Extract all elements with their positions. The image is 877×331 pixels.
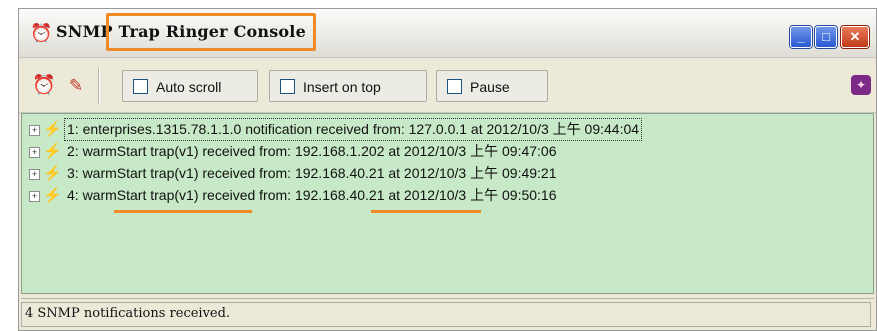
close-button[interactable]: ✕: [841, 26, 869, 48]
expand-icon[interactable]: +: [29, 169, 40, 180]
auto-scroll-label: Auto scroll: [156, 79, 222, 95]
expand-icon[interactable]: +: [29, 147, 40, 158]
alarm-clock-icon[interactable]: ⏰: [30, 23, 52, 43]
trap-icon: ⚡: [43, 187, 62, 204]
alarm-clock-icon: ⏰: [32, 75, 56, 96]
title-main: Trap Ringer Console: [118, 22, 306, 41]
minimize-icon: _: [797, 29, 805, 44]
brush-icon: ✎: [68, 76, 84, 95]
event-text: 4: warmStart trap(v1) received from: 192…: [67, 187, 557, 203]
clear-button[interactable]: ✎: [61, 71, 91, 101]
event-text: 1: enterprises.1315.78.1.1.0 notificatio…: [63, 118, 643, 141]
toolbar-separator: [98, 68, 100, 104]
window-title: SNMP Trap Ringer Console: [56, 22, 306, 41]
expand-icon[interactable]: +: [29, 125, 40, 136]
trap-ringer-window: ⏰ SNMP Trap Ringer Console _ □ ✕ ⏰ ✎ Aut…: [18, 8, 877, 331]
checkbox-box[interactable]: [133, 79, 148, 94]
maximize-button[interactable]: □: [815, 26, 837, 48]
toolbar: ⏰ ✎ Auto scroll Insert on top Pause ✦: [19, 58, 876, 113]
app-logo-icon[interactable]: ✦: [851, 75, 871, 95]
logo-glyph: ✦: [855, 78, 867, 92]
checkbox-box[interactable]: [447, 79, 462, 94]
status-text: 4 SNMP notifications received.: [25, 306, 231, 321]
trap-type-underline: [114, 210, 252, 213]
minimize-button[interactable]: _: [790, 26, 812, 48]
event-tree[interactable]: + ⚡ 1: enterprises.1315.78.1.1.0 notific…: [21, 113, 874, 294]
trap-icon: ⚡: [43, 121, 62, 138]
pause-label: Pause: [470, 79, 510, 95]
expand-icon[interactable]: +: [29, 191, 40, 202]
ring-alarm-button[interactable]: ⏰: [29, 71, 59, 101]
insert-on-top-label: Insert on top: [303, 79, 381, 95]
source-ip-underline: [371, 210, 481, 213]
auto-scroll-checkbox[interactable]: Auto scroll: [122, 70, 258, 102]
status-bar: 4 SNMP notifications received.: [21, 298, 874, 329]
close-icon: ✕: [849, 29, 861, 44]
title-prefix: SNMP: [56, 22, 113, 41]
status-panel: 4 SNMP notifications received.: [21, 302, 871, 327]
checkbox-box[interactable]: [280, 79, 295, 94]
pause-checkbox[interactable]: Pause: [436, 70, 548, 102]
trap-icon: ⚡: [43, 143, 62, 160]
trap-icon: ⚡: [43, 165, 62, 182]
event-text: 2: warmStart trap(v1) received from: 192…: [67, 143, 557, 159]
title-bar[interactable]: ⏰ SNMP Trap Ringer Console _ □ ✕: [19, 9, 876, 58]
maximize-icon: □: [822, 29, 830, 44]
insert-on-top-checkbox[interactable]: Insert on top: [269, 70, 427, 102]
event-text: 3: warmStart trap(v1) received from: 192…: [67, 165, 557, 181]
